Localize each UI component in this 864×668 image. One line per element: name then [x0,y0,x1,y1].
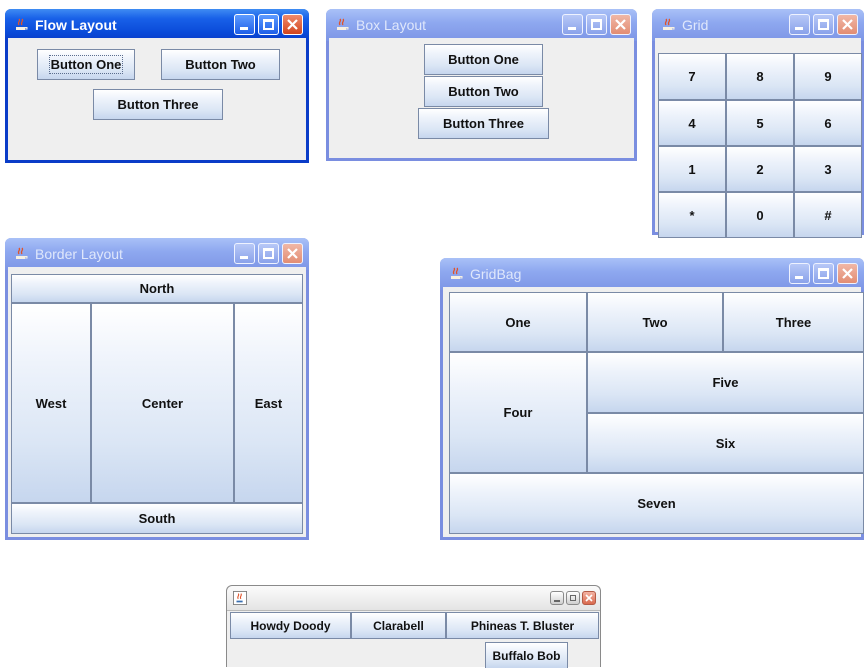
close-button[interactable] [837,14,858,35]
four-button[interactable]: Four [449,352,587,473]
title-bar[interactable] [227,586,600,611]
howdy-doody-button[interactable]: Howdy Doody [230,612,351,639]
java-cup-icon [16,247,28,259]
maximize-icon [263,19,274,30]
close-icon [287,248,298,259]
java-cup-icon [16,18,28,30]
key-0[interactable]: 0 [726,192,794,238]
phineas-t-bluster-button[interactable]: Phineas T. Bluster [446,612,599,639]
close-button[interactable] [610,14,631,35]
close-button[interactable] [282,14,303,35]
close-button[interactable] [837,263,858,284]
button-one[interactable]: Button One [424,44,543,75]
box-layout-window: Box Layout Button One Button Two Button … [326,9,637,161]
close-button[interactable] [282,243,303,264]
window-title: GridBag [470,266,522,282]
five-button[interactable]: Five [587,352,864,413]
content-pane: Button One Button Two Button Three [329,38,634,158]
key-8[interactable]: 8 [726,53,794,100]
maximize-button[interactable] [813,14,834,35]
close-icon [615,19,626,30]
key-6[interactable]: 6 [794,100,862,146]
minimize-icon [554,600,560,602]
maximize-button[interactable] [566,591,580,605]
minimize-icon [795,276,803,279]
center-button[interactable]: Center [91,303,234,503]
clarabell-button[interactable]: Clarabell [351,612,446,639]
button-one[interactable]: Button One [37,49,135,80]
key-star[interactable]: * [658,192,726,238]
button-three[interactable]: Button Three [418,108,549,139]
key-4[interactable]: 4 [658,100,726,146]
window-title: Border Layout [35,246,123,262]
key-2[interactable]: 2 [726,146,794,192]
button-three[interactable]: Button Three [93,89,223,120]
east-button[interactable]: East [234,303,303,503]
window-title: Box Layout [356,17,427,33]
title-bar[interactable]: Grid [652,9,864,41]
flow-layout-window: Flow Layout Button One Button Two Button… [5,9,309,163]
maximize-button[interactable] [258,243,279,264]
minimize-icon [240,27,248,30]
key-9[interactable]: 9 [794,53,862,100]
java-cup-icon [233,591,247,605]
key-hash[interactable]: # [794,192,862,238]
key-5[interactable]: 5 [726,100,794,146]
minimize-icon [795,27,803,30]
key-1[interactable]: 1 [658,146,726,192]
java-cup-icon [337,18,349,30]
maximize-icon [818,19,829,30]
close-icon [287,19,298,30]
content-pane: North West Center East South [8,267,306,537]
maximize-icon [591,19,602,30]
title-bar[interactable]: Box Layout [326,9,637,41]
close-icon [842,19,853,30]
content-pane: 7 8 9 4 5 6 1 2 3 * 0 # [655,38,862,238]
java-cup-icon [451,267,463,279]
buffalo-bob-button[interactable]: Buffalo Bob [485,642,568,668]
south-button[interactable]: South [11,503,303,534]
minimize-icon [240,256,248,259]
two-button[interactable]: Two [587,292,723,352]
button-two[interactable]: Button Two [161,49,280,80]
gridbag-layout-window: GridBag One Two Three Four Five Six Seve… [440,258,864,540]
maximize-button[interactable] [586,14,607,35]
java-cup-icon [663,18,675,30]
window-title: Grid [682,17,709,33]
title-bar[interactable]: Flow Layout [5,9,309,41]
custom-layout-window: Howdy Doody Clarabell Phineas T. Bluster… [226,585,601,668]
minimize-button[interactable] [789,14,810,35]
one-button[interactable]: One [449,292,587,352]
maximize-button[interactable] [813,263,834,284]
minimize-button[interactable] [550,591,564,605]
six-button[interactable]: Six [587,413,864,473]
button-two[interactable]: Button Two [424,76,543,107]
north-button[interactable]: North [11,274,303,303]
three-button[interactable]: Three [723,292,864,352]
close-button[interactable] [582,591,596,605]
seven-button[interactable]: Seven [449,473,864,534]
maximize-button[interactable] [258,14,279,35]
window-title: Flow Layout [35,17,117,33]
minimize-button[interactable] [234,243,255,264]
close-icon [842,268,853,279]
maximize-icon [263,248,274,259]
key-3[interactable]: 3 [794,146,862,192]
minimize-button[interactable] [562,14,583,35]
maximize-icon [818,268,829,279]
minimize-button[interactable] [234,14,255,35]
maximize-icon [570,595,576,601]
grid-layout-window: Grid 7 8 9 4 5 6 1 2 3 * 0 # [652,9,864,238]
minimize-button[interactable] [789,263,810,284]
content-pane: Button One Button Two Button Three [8,38,306,160]
title-bar[interactable]: Border Layout [5,238,309,270]
content-pane: One Two Three Four Five Six Seven [443,287,864,537]
minimize-icon [568,27,576,30]
key-7[interactable]: 7 [658,53,726,100]
border-layout-window: Border Layout North West Center East Sou… [5,238,309,540]
close-icon [585,594,593,602]
west-button[interactable]: West [11,303,91,503]
title-bar[interactable]: GridBag [440,258,864,290]
